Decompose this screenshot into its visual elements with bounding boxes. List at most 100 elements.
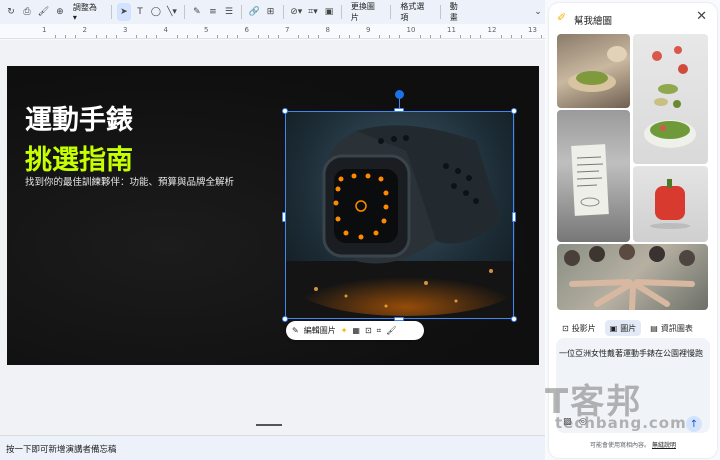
ruler-tick	[95, 35, 97, 38]
ruler-tick	[136, 35, 137, 38]
paint-format-icon[interactable]: 🖌	[386, 326, 396, 335]
sparkle-icon: ✦	[340, 326, 348, 335]
shape-icon[interactable]: ◯	[149, 3, 163, 21]
crop-icon[interactable]: ⌗▾	[306, 3, 320, 21]
redo-icon[interactable]: ↻	[4, 3, 18, 21]
toolbar: ↻ ⎙ 🖌 ⊕ 調整為 ▾ ➤ T ◯ ╲▾ ✎ ≡ ☰ 🔗 ⊞ ⊘▾ ⌗▾ ▣…	[0, 0, 545, 24]
ruler-number: 8	[325, 26, 330, 34]
ruler-tick	[358, 35, 360, 38]
ruler-tick	[429, 35, 431, 38]
tab-infographic[interactable]: ▤ 資訊圖表	[645, 320, 698, 336]
send-button[interactable]: ↑	[686, 416, 702, 432]
ruler-tick	[308, 35, 309, 38]
mask-icon[interactable]: ▣	[322, 3, 336, 21]
resize-handle-ne[interactable]	[511, 108, 517, 114]
divider	[340, 5, 342, 19]
link-icon[interactable]: 🔗	[247, 3, 262, 21]
close-icon[interactable]: ✕	[696, 9, 707, 24]
add-image-icon[interactable]: ▨	[563, 417, 572, 427]
ruler-tick	[156, 35, 157, 38]
image-icon: ▣	[609, 323, 618, 333]
ruler-tick	[186, 35, 188, 38]
ruler-tick	[146, 35, 147, 38]
ruler-tick	[277, 35, 279, 38]
paint-format-icon[interactable]: 🖌	[36, 3, 51, 21]
resize-handle-sw[interactable]	[282, 316, 288, 322]
thumbnail-note-on-fridge[interactable]	[557, 110, 630, 242]
thumbnail-salad-bowl[interactable]	[557, 34, 630, 108]
ruler-tick	[348, 35, 350, 38]
ruler-tick	[460, 35, 461, 38]
resize-handle-nw[interactable]	[282, 108, 288, 114]
tab-slides-label: 投影片	[571, 323, 596, 333]
replace-icon[interactable]: ⊡	[365, 326, 372, 335]
ruler-tick	[115, 35, 117, 38]
text-box-icon[interactable]: T	[133, 3, 147, 21]
resize-handle-w[interactable]	[282, 212, 286, 222]
ruler-tick	[237, 35, 238, 38]
ruler-tick	[227, 35, 228, 38]
style-icon[interactable]: ◎	[579, 417, 587, 427]
pen-icon[interactable]: ✎	[190, 3, 204, 21]
ruler-tick	[65, 35, 66, 38]
comment-icon[interactable]: ⊞	[264, 3, 278, 21]
divider	[439, 5, 441, 19]
zoom-select[interactable]: 調整為 ▾	[69, 2, 106, 22]
watch-photo[interactable]	[286, 111, 515, 320]
ruler-tick	[389, 35, 390, 38]
zoom-icon[interactable]: ⊕	[53, 3, 67, 21]
ruler-tick	[75, 35, 76, 38]
collapse-icon[interactable]: ⌄	[531, 3, 545, 21]
ruler-tick	[500, 35, 502, 38]
border-weight-icon[interactable]: ≡	[206, 3, 220, 21]
resize-handle-n[interactable]	[394, 108, 404, 112]
disclaimer: 可能會使用寫相內容。 無縫說明	[549, 440, 717, 449]
animation-button[interactable]: 動畫	[446, 1, 469, 23]
tab-image[interactable]: ▣ 圖片	[604, 320, 642, 336]
ruler-number: 13	[528, 26, 537, 34]
slide-subtitle[interactable]: 找到你的最佳訓練夥伴：功能、預算與品牌全解析	[25, 174, 234, 188]
line-icon[interactable]: ╲▾	[165, 3, 179, 21]
ruler-tick	[176, 35, 178, 38]
ruler-number: 7	[285, 26, 290, 34]
thumbnail-floating-salad[interactable]	[633, 34, 708, 164]
image-floating-toolbar: ✎ 編輯圖片 ✦ ▦ ⊡ ⌗ 🖌	[286, 321, 424, 340]
print-icon[interactable]: ⎙	[20, 3, 34, 21]
crop-icon[interactable]: ⌗	[377, 326, 382, 336]
slide-title-line2[interactable]: 挑選指南	[25, 138, 133, 177]
ruler-tick	[541, 35, 542, 38]
tab-infographic-label: 資訊圖表	[660, 323, 693, 333]
divider	[282, 5, 284, 19]
divider	[240, 5, 242, 19]
ruler-tick	[257, 35, 259, 38]
alt-text-icon[interactable]: ▦	[352, 326, 360, 335]
rotate-handle[interactable]	[395, 90, 404, 99]
ruler-number: 3	[123, 26, 128, 34]
ruler-tick	[318, 35, 319, 38]
resize-handle-se[interactable]	[511, 316, 517, 322]
ruler: 1 2 3 4 5 6 7 8 9 10 11 12 13	[0, 25, 562, 39]
speaker-notes[interactable]: 按一下即可新增演講者備忘稿	[0, 435, 545, 460]
format-options-button[interactable]: 格式選項	[396, 1, 434, 23]
ruler-tick	[520, 35, 522, 38]
prompt-text[interactable]: 一位亞洲女性戴著運動手錶在公園裡慢跑	[559, 348, 704, 359]
tab-slides[interactable]: ⊡ 投影片	[557, 320, 601, 336]
tab-image-label: 圖片	[620, 323, 637, 333]
disclaimer-link[interactable]: 無縫說明	[652, 442, 676, 449]
help-me-create-panel: ✐ 幫我繪圖 ✕ ⊡ 投影片 ▣ 圖片 ▤ 資訊圖表 一位亞洲女性戴著運動手錶在公園裡…	[549, 3, 717, 458]
thumbnail-team-hands[interactable]	[557, 244, 708, 310]
select-cursor-icon[interactable]: ➤	[116, 3, 131, 21]
slide-title-line1[interactable]: 運動手錶	[25, 98, 133, 137]
resize-handle-e[interactable]	[512, 212, 516, 222]
sparkle-pen-icon: ✐	[557, 11, 567, 24]
magic-edit-icon[interactable]: ✎	[292, 326, 299, 335]
ruler-number: 2	[82, 26, 87, 34]
ruler-tick	[470, 35, 471, 38]
replace-image-button[interactable]: 更換圖片	[347, 1, 385, 23]
edit-image-button[interactable]: 編輯圖片	[304, 325, 336, 336]
border-dash-icon[interactable]: ☰	[222, 3, 236, 21]
image-options-icon[interactable]: ⊘▾	[288, 3, 303, 21]
ruler-number: 9	[366, 26, 371, 34]
thumbnail-red-pepper[interactable]	[633, 166, 708, 242]
ruler-tick	[510, 35, 512, 38]
